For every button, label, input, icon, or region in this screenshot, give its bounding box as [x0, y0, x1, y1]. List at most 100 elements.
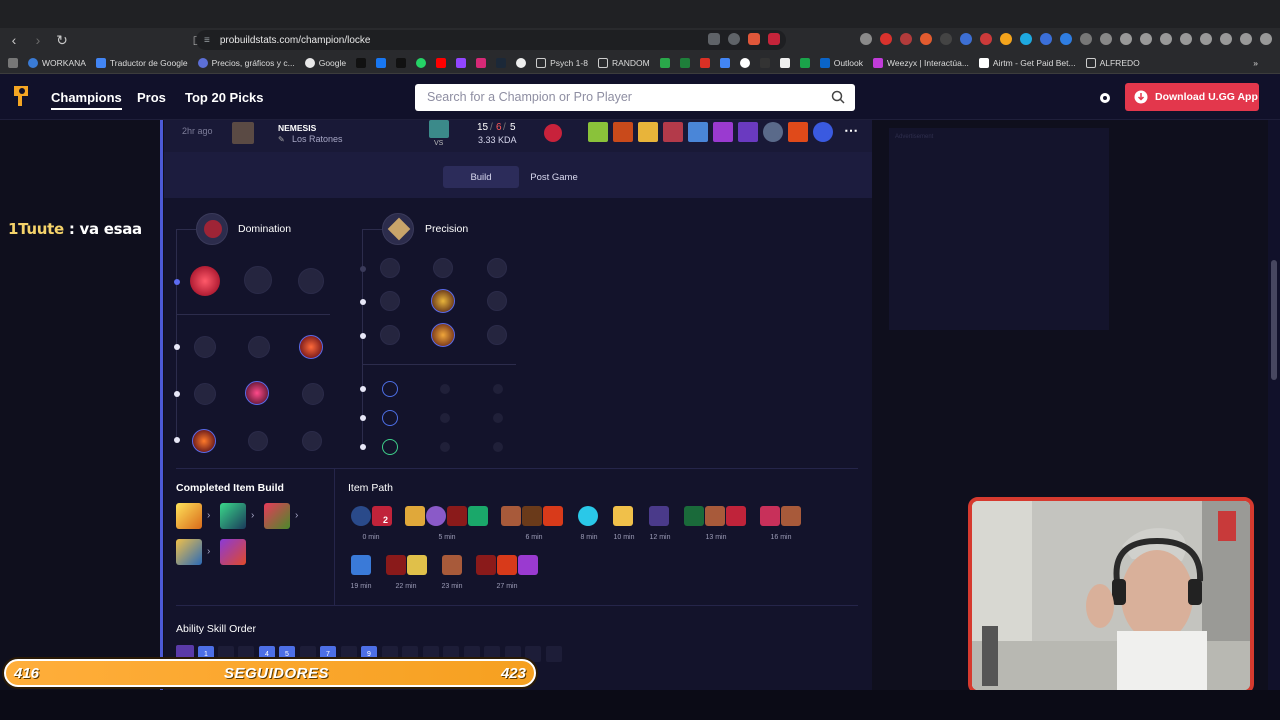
more-bookmarks-icon[interactable]: »	[1253, 58, 1258, 68]
bookmark-twitch[interactable]	[456, 57, 467, 68]
bookmark-app[interactable]	[659, 57, 670, 68]
page-scrollbar[interactable]	[1268, 120, 1280, 690]
match-row[interactable]: 2hr ago NEMESIS ✎ Los Ratones VS 15 / 6 …	[164, 120, 872, 152]
item-icon[interactable]	[220, 503, 246, 529]
bookmark-instagram[interactable]	[476, 57, 487, 68]
ellipsis-icon[interactable]: ⋯	[844, 122, 858, 139]
sidebar-icon[interactable]	[1160, 33, 1172, 45]
download-app-button[interactable]: Download U.GG App	[1125, 83, 1259, 111]
item-icon[interactable]	[663, 122, 683, 142]
item-icon[interactable]	[426, 506, 446, 526]
bookmark-app[interactable]	[719, 57, 730, 68]
reload-icon[interactable]: ↻	[52, 30, 72, 50]
bookmark-youtube[interactable]	[436, 57, 447, 68]
item-icon[interactable]	[760, 506, 780, 526]
player-name[interactable]: NEMESIS	[278, 123, 316, 133]
electrocute-rune-icon[interactable]	[190, 266, 220, 296]
shard-option-icon[interactable]	[493, 413, 503, 423]
item-icon[interactable]	[713, 122, 733, 142]
treasure-hunter-rune-icon[interactable]	[192, 429, 216, 453]
shard-option-icon[interactable]	[440, 384, 450, 394]
bookmark-folder-alfredo[interactable]: ALFREDO	[1085, 57, 1140, 68]
nav-pros[interactable]: Pros	[137, 90, 166, 105]
shard-option-icon[interactable]	[493, 442, 503, 452]
zombie-ward-rune-icon[interactable]	[194, 383, 216, 405]
bookmark-outlook[interactable]: Outlook	[819, 57, 863, 68]
adaptive-shard-icon[interactable]	[382, 410, 398, 426]
translate-icon[interactable]	[708, 33, 720, 45]
legend-bloodline-rune-icon[interactable]	[487, 291, 507, 311]
zoom-icon[interactable]	[728, 33, 740, 45]
overheal-rune-icon[interactable]	[380, 258, 400, 278]
bookmark-app[interactable]	[679, 57, 690, 68]
settings-gear-icon[interactable]	[1098, 91, 1112, 105]
item-icon[interactable]	[813, 122, 833, 142]
item-icon[interactable]	[638, 122, 658, 142]
bookmark-prices[interactable]: Precios, gráficos y c...	[197, 57, 295, 68]
item-icon[interactable]	[781, 506, 801, 526]
shard-option-icon[interactable]	[440, 413, 450, 423]
item-icon[interactable]	[726, 506, 746, 526]
item-icon[interactable]	[407, 555, 427, 575]
triumph-rune-icon[interactable]	[433, 258, 453, 278]
bookmark-app[interactable]	[799, 57, 810, 68]
item-icon[interactable]	[788, 122, 808, 142]
download-icon[interactable]	[1200, 33, 1212, 45]
bookmark-folder-random[interactable]: RANDOM	[597, 57, 650, 68]
eyeball-collection-rune-icon[interactable]	[245, 381, 269, 405]
item-icon[interactable]	[447, 506, 467, 526]
extension-icon[interactable]	[980, 33, 992, 45]
item-icon[interactable]	[763, 122, 783, 142]
cut-down-rune-icon[interactable]	[431, 323, 455, 347]
nav-champions[interactable]: Champions	[51, 90, 122, 110]
bookmark-folder-psych[interactable]: Psych 1-8	[536, 57, 588, 68]
forward-icon[interactable]: ›	[28, 30, 48, 50]
bookmark-whatsapp[interactable]	[416, 57, 427, 68]
tab-post-game[interactable]: Post Game	[519, 166, 589, 188]
ai-icon[interactable]	[1220, 33, 1232, 45]
nav-top-picks[interactable]: Top 20 Picks	[185, 90, 264, 105]
item-icon[interactable]	[705, 506, 725, 526]
search-icon[interactable]	[831, 90, 845, 104]
back-icon[interactable]: ‹	[4, 30, 24, 50]
tab-build[interactable]: Build	[443, 166, 519, 188]
extension-icon[interactable]	[1000, 33, 1012, 45]
item-icon[interactable]	[405, 506, 425, 526]
item-icon[interactable]	[351, 506, 371, 526]
adaptive-shard-icon[interactable]	[382, 381, 398, 397]
item-icon[interactable]	[501, 506, 521, 526]
apps-icon[interactable]	[8, 57, 18, 68]
ghost-poro-rune-icon[interactable]	[302, 383, 324, 405]
bookmark-airtm[interactable]: Airtm - Get Paid Bet...	[978, 57, 1076, 68]
extension-icon[interactable]	[860, 33, 872, 45]
extension-icon[interactable]	[960, 33, 972, 45]
extension-icon[interactable]	[880, 33, 892, 45]
opponent-champion-icon[interactable]	[429, 120, 449, 138]
item-icon[interactable]	[372, 506, 392, 526]
bookmark-translate[interactable]: Traductor de Google	[95, 57, 188, 68]
bookmark-steam[interactable]	[496, 57, 507, 68]
item-icon[interactable]	[738, 122, 758, 142]
item-icon[interactable]	[684, 506, 704, 526]
extension-icon[interactable]	[1040, 33, 1052, 45]
music-icon[interactable]	[1120, 33, 1132, 45]
bookmark-tiktok[interactable]	[356, 57, 367, 68]
extension-icon[interactable]	[1080, 33, 1092, 45]
relentless-hunter-rune-icon[interactable]	[248, 431, 268, 451]
bookmark-app[interactable]	[779, 57, 790, 68]
bookmark-x[interactable]	[396, 57, 407, 68]
cheap-shot-rune-icon[interactable]	[194, 336, 216, 358]
site-info-icon[interactable]: ≡	[204, 35, 210, 46]
item-icon[interactable]	[264, 503, 290, 529]
bookmark-workana[interactable]: WORKANA	[28, 57, 86, 68]
item-icon[interactable]	[588, 122, 608, 142]
item-icon[interactable]	[649, 506, 669, 526]
search-input[interactable]: Search for a Champion or Pro Player	[415, 84, 855, 111]
vpn-icon[interactable]	[1240, 33, 1252, 45]
bookmark-app[interactable]	[759, 57, 770, 68]
bookmark-chat[interactable]	[516, 57, 527, 68]
extension-icon[interactable]	[920, 33, 932, 45]
item-icon[interactable]	[220, 539, 246, 565]
item-icon[interactable]	[351, 555, 371, 575]
last-stand-rune-icon[interactable]	[487, 325, 507, 345]
